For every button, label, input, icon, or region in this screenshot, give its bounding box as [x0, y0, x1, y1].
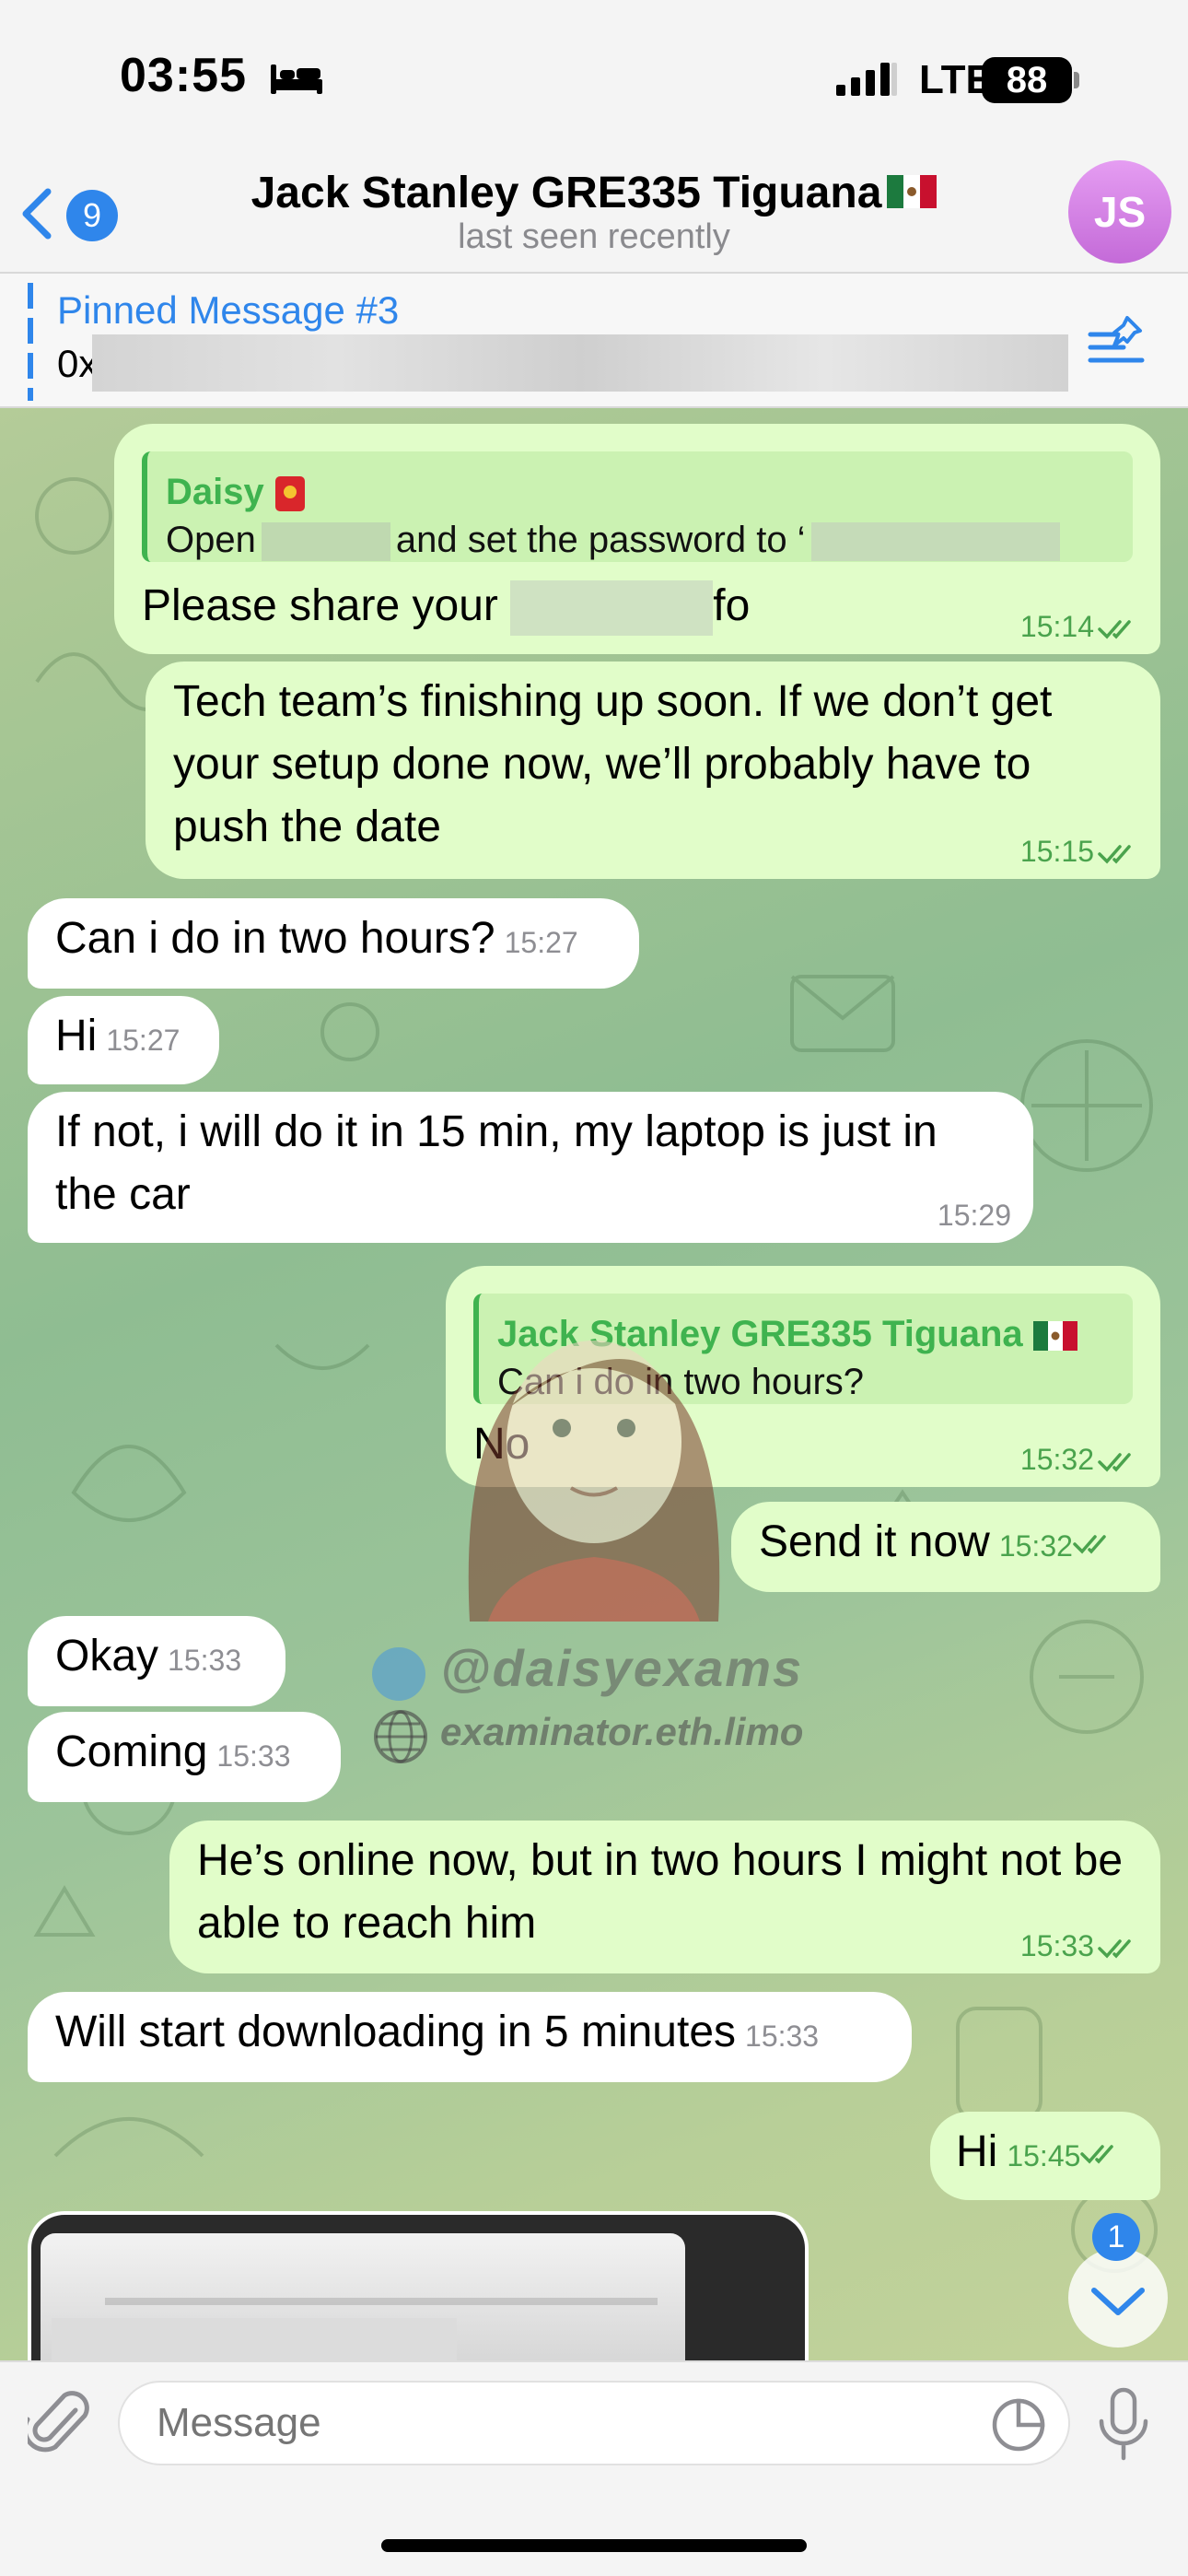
- double-check-icon: [1098, 844, 1131, 864]
- message-bubble-outgoing[interactable]: Send it now 15:32: [731, 1502, 1160, 1592]
- pinned-message-bar[interactable]: Pinned Message #3 0x: [0, 272, 1188, 408]
- composer-bar: [0, 2360, 1188, 2576]
- battery-tip: [1074, 72, 1079, 88]
- double-check-icon: [1098, 1938, 1131, 1959]
- message-time: 15:33: [745, 2020, 820, 2053]
- sticker-icon[interactable]: [991, 2397, 1046, 2453]
- sleep-focus-icon: [271, 64, 322, 94]
- message-time: 15:33: [1020, 1929, 1138, 1962]
- message-bubble-outgoing[interactable]: Tech team’s finishing up soon. If we don…: [146, 662, 1160, 879]
- message-input[interactable]: [118, 2381, 1070, 2465]
- unread-count-badge: 9: [66, 190, 118, 241]
- cellular-signal-icon: [836, 63, 897, 96]
- photo-toolbar: [105, 2298, 658, 2305]
- envelope-red-icon: [274, 476, 305, 512]
- clock: 03:55: [120, 49, 247, 102]
- message-time: 15:32: [998, 1529, 1073, 1563]
- message-bubble-outgoing[interactable]: Hi 15:45: [930, 2112, 1160, 2200]
- message-text: If not, i will do it in 15 min, my lapto…: [55, 1107, 938, 1219]
- microphone-icon[interactable]: [1098, 2386, 1149, 2462]
- watermark-site: examinator.eth.limo: [440, 1710, 804, 1753]
- double-check-icon: [1073, 1535, 1106, 1554]
- pinned-list-icon[interactable]: [1087, 314, 1146, 369]
- message-bubble-outgoing[interactable]: He’s online now, but in two hours I migh…: [169, 1821, 1160, 1973]
- message-time: 15:27: [106, 1024, 181, 1057]
- chat-header: 9 Jack Stanley GRE335 Tiguana last seen …: [0, 157, 1188, 272]
- paperclip-icon[interactable]: [28, 2386, 92, 2460]
- avatar[interactable]: JS: [1068, 160, 1171, 263]
- message-text: Will start downloading in 5 minutes 15:33: [55, 2008, 820, 2056]
- message-text: Hi 15:27: [55, 1012, 181, 1060]
- watermark-avatar: [468, 1341, 720, 1622]
- message-text: Okay 15:33: [55, 1632, 242, 1680]
- message-text: Send it now 15:32: [731, 1502, 1160, 1577]
- chevron-left-icon: [22, 188, 52, 240]
- globe-icon: [374, 1710, 427, 1763]
- message-time: 15:33: [216, 1739, 291, 1773]
- home-indicator: [381, 2539, 807, 2552]
- message-text: He’s online now, but in two hours I migh…: [197, 1836, 1124, 1948]
- back-button[interactable]: 9: [20, 181, 122, 245]
- battery-indicator: 88: [982, 57, 1079, 103]
- mexico-flag-icon: [1032, 1321, 1077, 1352]
- message-text: Tech team’s finishing up soon. If we don…: [173, 677, 1053, 851]
- reply-quote[interactable]: Daisy Open and set the password to ‘: [142, 451, 1133, 562]
- message-time: 15:29: [937, 1199, 1011, 1232]
- message-time: 15:33: [168, 1644, 242, 1677]
- message-bubble-incoming[interactable]: Hi 15:27: [28, 996, 219, 1084]
- message-time: 15:14: [1020, 610, 1138, 643]
- message-time: 15:15: [1020, 835, 1138, 868]
- chat-title-text: Jack Stanley GRE335 Tiguana: [250, 169, 882, 217]
- battery-level: 88: [982, 57, 1072, 103]
- telegram-logo-icon: [372, 1647, 425, 1701]
- message-bubble-incoming[interactable]: Will start downloading in 5 minutes 15:33: [28, 1992, 912, 2082]
- message-time: 15:45: [1007, 2139, 1081, 2172]
- reply-text: Open and set the password to ‘: [166, 509, 1060, 571]
- double-check-icon: [1080, 2145, 1114, 2164]
- chat-title[interactable]: Jack Stanley GRE335 Tiguana: [138, 168, 1050, 218]
- message-bubble-incoming[interactable]: Okay 15:33: [28, 1616, 285, 1706]
- message-bubble-incoming[interactable]: If not, i will do it in 15 min, my lapto…: [28, 1092, 1033, 1243]
- chevron-down-icon: [1091, 2288, 1145, 2315]
- message-text: Coming 15:33: [55, 1727, 291, 1776]
- double-check-icon: [1098, 619, 1131, 639]
- message-text: Hi 15:45: [930, 2112, 1160, 2187]
- message-text: Can i do in two hours? 15:27: [55, 914, 578, 963]
- message-bubble-incoming[interactable]: Coming 15:33: [28, 1712, 341, 1802]
- pinned-title: Pinned Message #3: [57, 288, 400, 332]
- double-check-icon: [1098, 1452, 1131, 1472]
- pinned-indicator: [28, 283, 33, 401]
- message-bubble-incoming[interactable]: Can i do in two hours? 15:27: [28, 898, 639, 989]
- redacted-content: [92, 334, 1068, 392]
- chat-status: last seen recently: [458, 217, 730, 256]
- message-text: Please share your fo: [142, 575, 750, 638]
- message-time: 15:27: [504, 926, 578, 959]
- new-messages-badge: 1: [1092, 2213, 1140, 2261]
- status-bar: 03:55 LTE 88: [0, 0, 1188, 157]
- scroll-to-bottom-button[interactable]: [1068, 2248, 1168, 2348]
- photo-message[interactable]: [28, 2211, 809, 2377]
- watermark-handle: @daisyexams: [440, 1639, 804, 1697]
- message-bubble-outgoing[interactable]: Daisy Open and set the password to ‘ Plea…: [114, 424, 1160, 654]
- mexico-flag-icon: [887, 175, 938, 209]
- message-time: 15:32: [1020, 1443, 1138, 1476]
